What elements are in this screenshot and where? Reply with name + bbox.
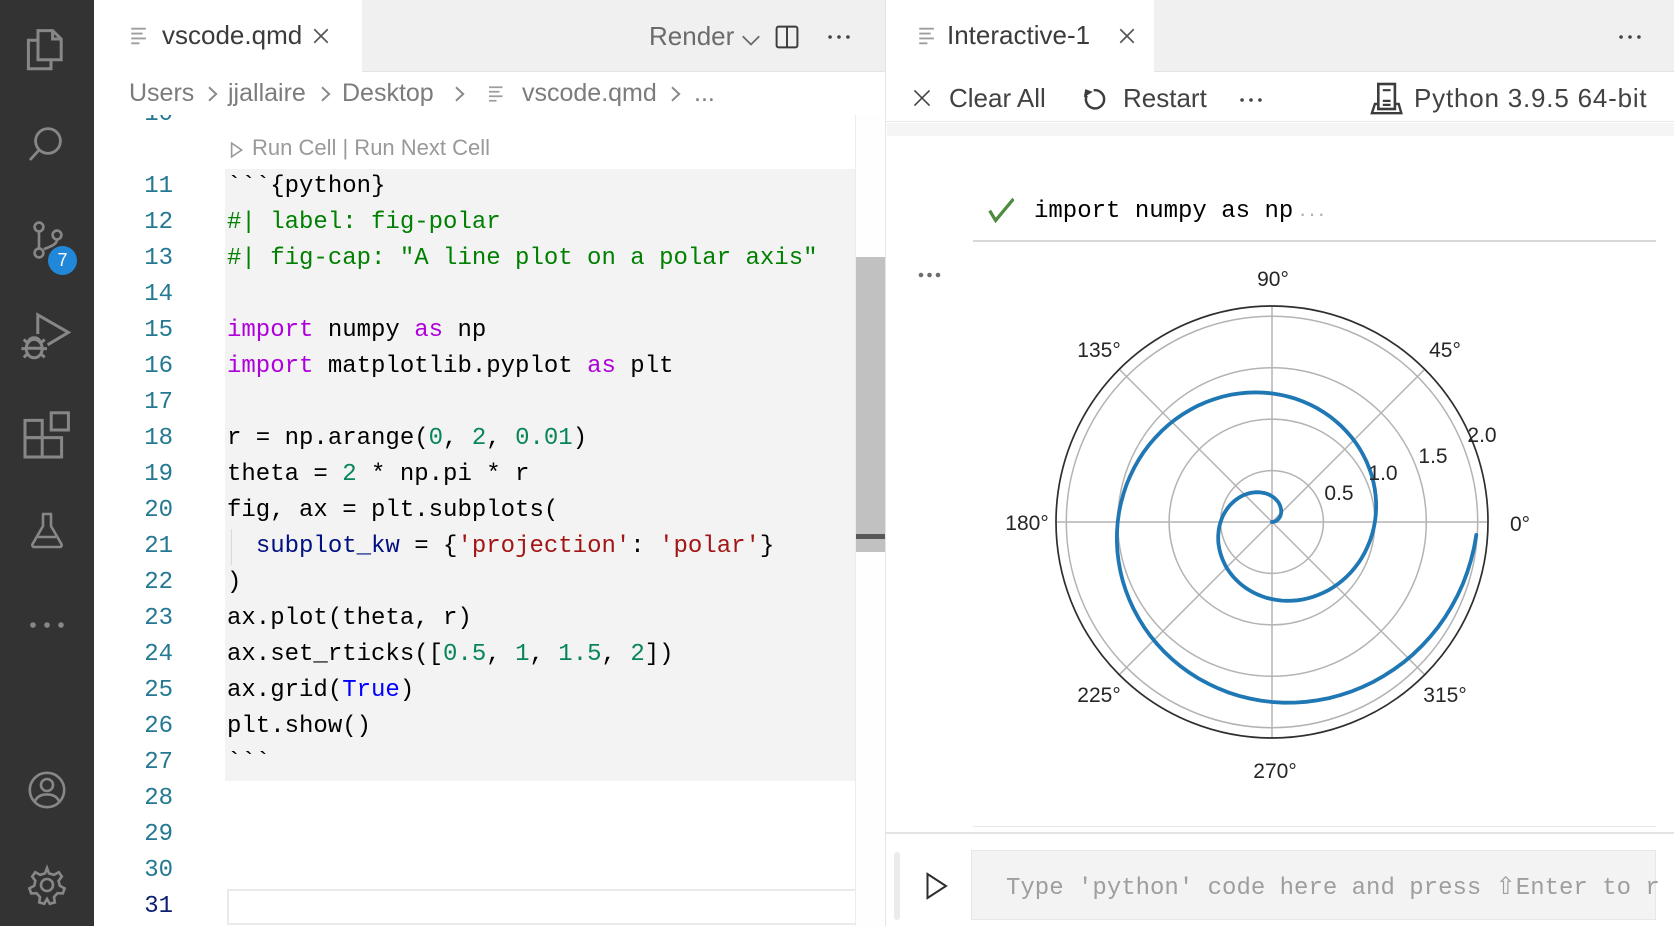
svg-text:135°: 135° bbox=[1077, 339, 1120, 362]
svg-text:2.0: 2.0 bbox=[1467, 424, 1496, 447]
svg-text:315°: 315° bbox=[1423, 684, 1466, 707]
svg-text:0.5: 0.5 bbox=[1324, 482, 1353, 505]
svg-text:0°: 0° bbox=[1510, 513, 1530, 536]
svg-text:90°: 90° bbox=[1257, 268, 1289, 291]
svg-text:45°: 45° bbox=[1429, 339, 1461, 362]
svg-text:1.5: 1.5 bbox=[1418, 445, 1447, 468]
svg-text:1.0: 1.0 bbox=[1368, 462, 1397, 485]
svg-text:225°: 225° bbox=[1077, 684, 1120, 707]
svg-text:270°: 270° bbox=[1253, 760, 1296, 783]
svg-text:180°: 180° bbox=[1005, 512, 1048, 535]
